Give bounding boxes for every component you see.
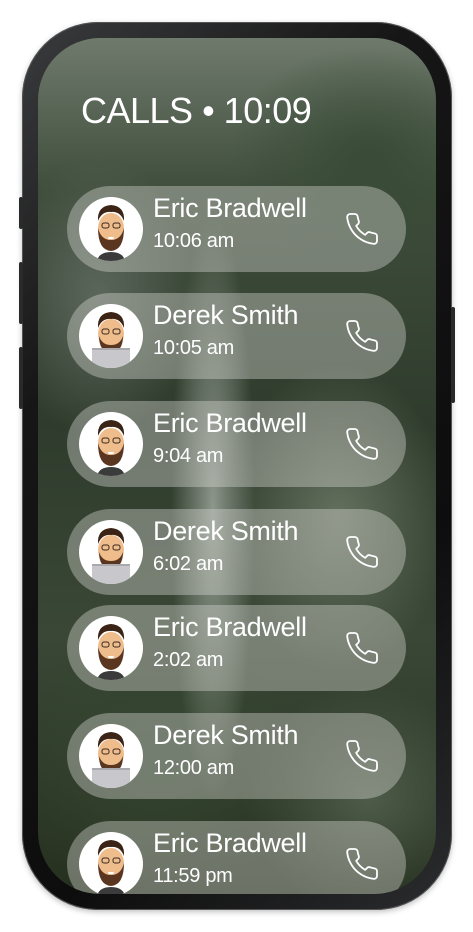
call-button[interactable] (342, 736, 382, 776)
call-time: 10:06 am (153, 230, 234, 252)
call-time: 10:05 am (153, 337, 234, 359)
call-log-item[interactable]: Eric Bradwell 2:02 am (67, 605, 406, 691)
phone-icon (346, 848, 378, 880)
caller-name: Derek Smith (153, 516, 299, 546)
call-button[interactable] (342, 844, 382, 884)
power-button (451, 307, 455, 403)
call-time: 6:02 am (153, 553, 224, 575)
caller-name: Eric Bradwell (153, 193, 307, 223)
man-avatar (79, 412, 143, 476)
man-avatar (79, 832, 143, 894)
call-button[interactable] (342, 424, 382, 464)
caller-name: Eric Bradwell (153, 612, 307, 642)
call-time: 9:04 am (153, 445, 224, 467)
phone-icon (346, 740, 378, 772)
phone-icon (346, 213, 378, 245)
man-laptop-avatar (79, 724, 143, 788)
man-avatar (79, 197, 143, 261)
call-log-item[interactable]: Derek Smith 12:00 am (67, 713, 406, 799)
call-log-item[interactable]: Eric Bradwell 9:04 am (67, 401, 406, 487)
call-time: 2:02 am (153, 649, 224, 671)
call-log-item[interactable]: Eric Bradwell 10:06 am (67, 186, 406, 272)
phone-icon (346, 428, 378, 460)
call-button[interactable] (342, 628, 382, 668)
volume-down-button (19, 347, 23, 409)
call-button[interactable] (342, 532, 382, 572)
man-laptop-avatar (79, 520, 143, 584)
call-button[interactable] (342, 209, 382, 249)
caller-name: Derek Smith (153, 720, 299, 750)
mute-switch (19, 197, 23, 229)
call-time: 11:59 pm (153, 865, 233, 887)
caller-name: Eric Bradwell (153, 408, 307, 438)
call-button[interactable] (342, 316, 382, 356)
call-log-item[interactable]: Derek Smith 6:02 am (67, 509, 406, 595)
volume-up-button (19, 262, 23, 324)
phone-icon (346, 632, 378, 664)
call-log-item[interactable]: Eric Bradwell 11:59 pm (67, 821, 406, 894)
caller-name: Eric Bradwell (153, 828, 307, 858)
call-log-item[interactable]: Derek Smith 10:05 am (67, 293, 406, 379)
phone-screen: CALLS • 10:09 Eric Bradwell 10:06 am Der… (38, 38, 436, 894)
man-laptop-avatar (79, 304, 143, 368)
page-title: CALLS • 10:09 (81, 90, 312, 131)
phone-icon (346, 536, 378, 568)
caller-name: Derek Smith (153, 300, 299, 330)
phone-icon (346, 320, 378, 352)
man-avatar (79, 616, 143, 680)
call-time: 12:00 am (153, 757, 234, 779)
